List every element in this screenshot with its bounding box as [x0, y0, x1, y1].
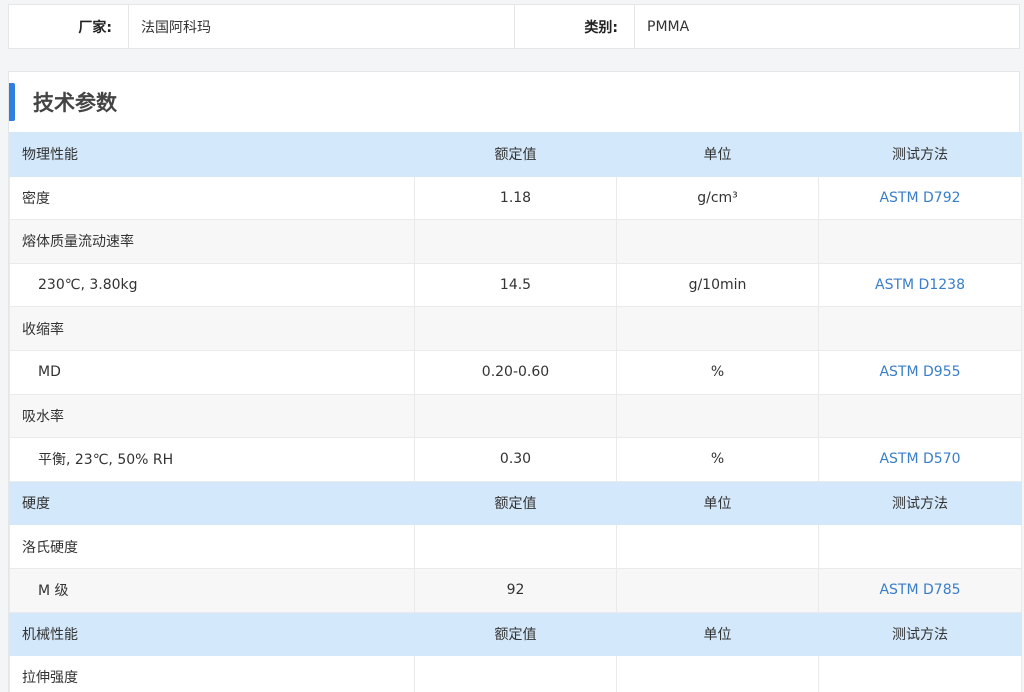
test-method-link[interactable]: ASTM D955	[879, 364, 960, 380]
test-method-cell: ASTM D1238	[818, 262, 1022, 308]
table-row: 熔体质量流动速率	[9, 219, 1022, 264]
params-table: 物理性能 额定值 单位 测试方法 密度 1.18 g/cm³ ASTM D792 熔体质量流动速…	[9, 132, 1022, 692]
test-method-cell	[818, 219, 1022, 264]
test-method-cell	[818, 306, 1022, 351]
test-method-link[interactable]: ASTM D785	[879, 582, 960, 598]
property-name: M 级	[9, 567, 415, 613]
property-name: 平衡, 23℃, 50% RH	[9, 437, 415, 482]
test-method-link[interactable]: ASTM D1238	[875, 277, 965, 293]
test-method-cell: ASTM D792	[818, 175, 1022, 221]
property-name: 收缩率	[9, 306, 415, 351]
table-row: M 级 92 ASTM D785	[9, 567, 1022, 613]
column-header-value: 额定值	[414, 480, 617, 526]
property-unit: %	[616, 437, 819, 482]
section-header-row: 硬度 额定值 单位 测试方法	[9, 480, 1022, 526]
tech-params-panel: 技术参数 物理性能 额定值 单位 测试方法 密度 1.18 g/cm³ ASTM D792 熔体…	[8, 71, 1022, 692]
test-method-cell: ASTM D570	[818, 437, 1022, 482]
category-value: PMMA	[647, 18, 690, 35]
test-method-link[interactable]: ASTM D570	[879, 451, 960, 467]
title-accent-bar	[9, 83, 15, 121]
test-method-cell: ASTM D785	[818, 567, 1022, 613]
test-method-cell	[818, 524, 1022, 569]
category-label: 类别:	[515, 5, 635, 48]
property-name: 熔体质量流动速率	[9, 219, 415, 264]
vendor-label: 厂家:	[9, 5, 129, 48]
property-unit	[616, 655, 819, 692]
table-row: 吸水率	[9, 393, 1022, 439]
material-info-bar: 厂家: 法国阿科玛 类别: PMMA	[8, 4, 1020, 49]
table-row: 230℃, 3.80kg 14.5 g/10min ASTM D1238	[9, 262, 1022, 308]
column-header-method: 测试方法	[818, 132, 1022, 177]
test-method-cell: ASTM D955	[818, 349, 1022, 395]
property-value: 92	[414, 567, 617, 613]
section-title: 物理性能	[9, 132, 415, 177]
property-unit: %	[616, 349, 819, 395]
property-unit: g/cm³	[616, 175, 819, 221]
panel-header: 技术参数	[9, 72, 1019, 132]
table-row: 拉伸强度	[9, 655, 1022, 692]
property-name: MD	[9, 349, 415, 395]
property-value	[414, 393, 617, 439]
property-value: 0.30	[414, 437, 617, 482]
property-value	[414, 306, 617, 351]
column-header-unit: 单位	[616, 611, 819, 657]
property-value	[414, 524, 617, 569]
property-unit	[616, 393, 819, 439]
test-method-cell	[818, 393, 1022, 439]
section-title: 机械性能	[9, 611, 415, 657]
property-value	[414, 219, 617, 264]
property-value	[414, 655, 617, 692]
table-row: 密度 1.18 g/cm³ ASTM D792	[9, 175, 1022, 221]
property-unit	[616, 567, 819, 613]
table-row: 洛氏硬度	[9, 524, 1022, 569]
column-header-unit: 单位	[616, 132, 819, 177]
property-unit: g/10min	[616, 262, 819, 308]
vendor-value: 法国阿科玛	[129, 5, 515, 48]
section-title: 硬度	[9, 480, 415, 526]
property-unit	[616, 524, 819, 569]
property-name: 230℃, 3.80kg	[9, 262, 415, 308]
property-unit	[616, 306, 819, 351]
property-name: 吸水率	[9, 393, 415, 439]
property-name: 洛氏硬度	[9, 524, 415, 569]
table-row: 平衡, 23℃, 50% RH 0.30% ASTM D570	[9, 437, 1022, 482]
column-header-value: 额定值	[414, 611, 617, 657]
panel-title: 技术参数	[33, 91, 117, 115]
property-value: 1.18	[414, 175, 617, 221]
section-header-row: 物理性能 额定值 单位 测试方法	[9, 132, 1022, 177]
column-header-value: 额定值	[414, 132, 617, 177]
table-row: 收缩率	[9, 306, 1022, 351]
property-name: 拉伸强度	[9, 655, 415, 692]
table-row: MD 0.20-0.60% ASTM D955	[9, 349, 1022, 395]
test-method-link[interactable]: ASTM D792	[879, 190, 960, 206]
column-header-unit: 单位	[616, 480, 819, 526]
section-header-row: 机械性能 额定值 单位 测试方法	[9, 611, 1022, 657]
property-value: 14.5	[414, 262, 617, 308]
property-name: 密度	[9, 175, 415, 221]
column-header-method: 测试方法	[818, 611, 1022, 657]
column-header-method: 测试方法	[818, 480, 1022, 526]
property-value: 0.20-0.60	[414, 349, 617, 395]
property-unit	[616, 219, 819, 264]
test-method-cell	[818, 655, 1022, 692]
